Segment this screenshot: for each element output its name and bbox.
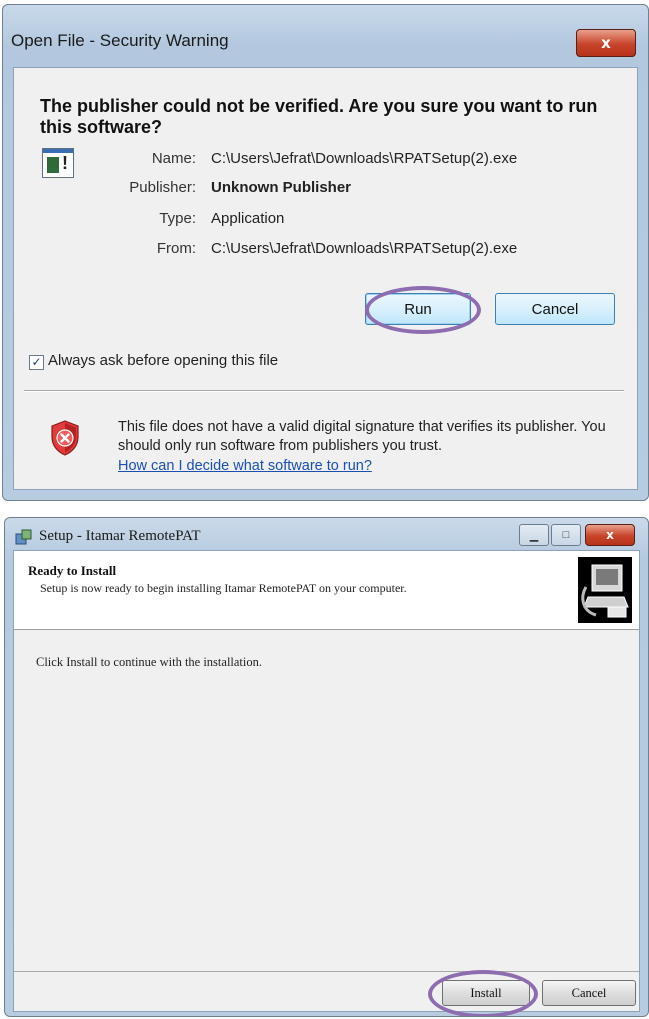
setup-wizard-window: Setup - Itamar RemotePAT ▁ □ x Ready to … xyxy=(4,517,649,1017)
publisher-label: Publisher: xyxy=(129,179,196,196)
cancel-button[interactable]: Cancel xyxy=(495,293,615,325)
close-button[interactable]: x xyxy=(576,29,636,57)
maximize-button[interactable]: □ xyxy=(551,524,581,546)
from-label: From: xyxy=(156,240,196,257)
type-label: Type: xyxy=(159,210,196,227)
window-title: Open File - Security Warning xyxy=(11,31,229,50)
name-label: Name: xyxy=(151,150,196,167)
security-warning-dialog: Open File - Security Warning x The publi… xyxy=(2,4,649,501)
page-title: Ready to Install xyxy=(28,563,117,578)
title-bar[interactable]: Open File - Security Warning x xyxy=(3,5,648,65)
type-value: Application xyxy=(211,210,285,227)
close-icon: x xyxy=(601,34,611,52)
name-value: C:\Users\Jefrat\Downloads\RPATSetup(2).e… xyxy=(211,150,518,167)
publisher-value: Unknown Publisher xyxy=(211,179,352,196)
wizard-body: Ready to Install Setup is now ready to b… xyxy=(13,550,640,1016)
maximize-icon: □ xyxy=(562,529,570,541)
help-link[interactable]: How can I decide what software to run? xyxy=(118,457,372,476)
from-value: C:\Users\Jefrat\Downloads\RPATSetup(2).e… xyxy=(211,240,518,257)
dialog-body: The publisher could not be verified. Are… xyxy=(13,67,638,490)
instruction-text: Click Install to continue with the insta… xyxy=(36,655,263,669)
window-title: Setup - Itamar RemotePAT xyxy=(39,528,201,544)
cancel-button[interactable]: Cancel xyxy=(542,980,636,1006)
page-subtitle: Setup is now ready to begin installing I… xyxy=(40,581,407,595)
always-ask-checkbox[interactable]: ✓ xyxy=(29,355,44,370)
warning-headline: The publisher could not be verified. Are… xyxy=(40,96,598,137)
security-shield-icon xyxy=(51,420,79,456)
run-highlight-oval xyxy=(365,286,481,334)
close-button[interactable]: x xyxy=(585,524,635,546)
signature-warning-text: This file does not have a valid digital … xyxy=(118,419,606,454)
computer-install-icon xyxy=(578,557,632,623)
setup-icon xyxy=(15,529,32,545)
install-highlight-oval xyxy=(428,970,538,1016)
close-icon: x xyxy=(606,528,614,542)
wizard-header: Ready to Install Setup is now ready to b… xyxy=(14,551,639,630)
minimize-button[interactable]: ▁ xyxy=(519,524,549,546)
footer-divider xyxy=(14,971,639,972)
minimize-icon: ▁ xyxy=(529,529,539,542)
always-ask-label[interactable]: Always ask before opening this file xyxy=(48,352,278,369)
application-file-icon: ! xyxy=(42,148,74,178)
